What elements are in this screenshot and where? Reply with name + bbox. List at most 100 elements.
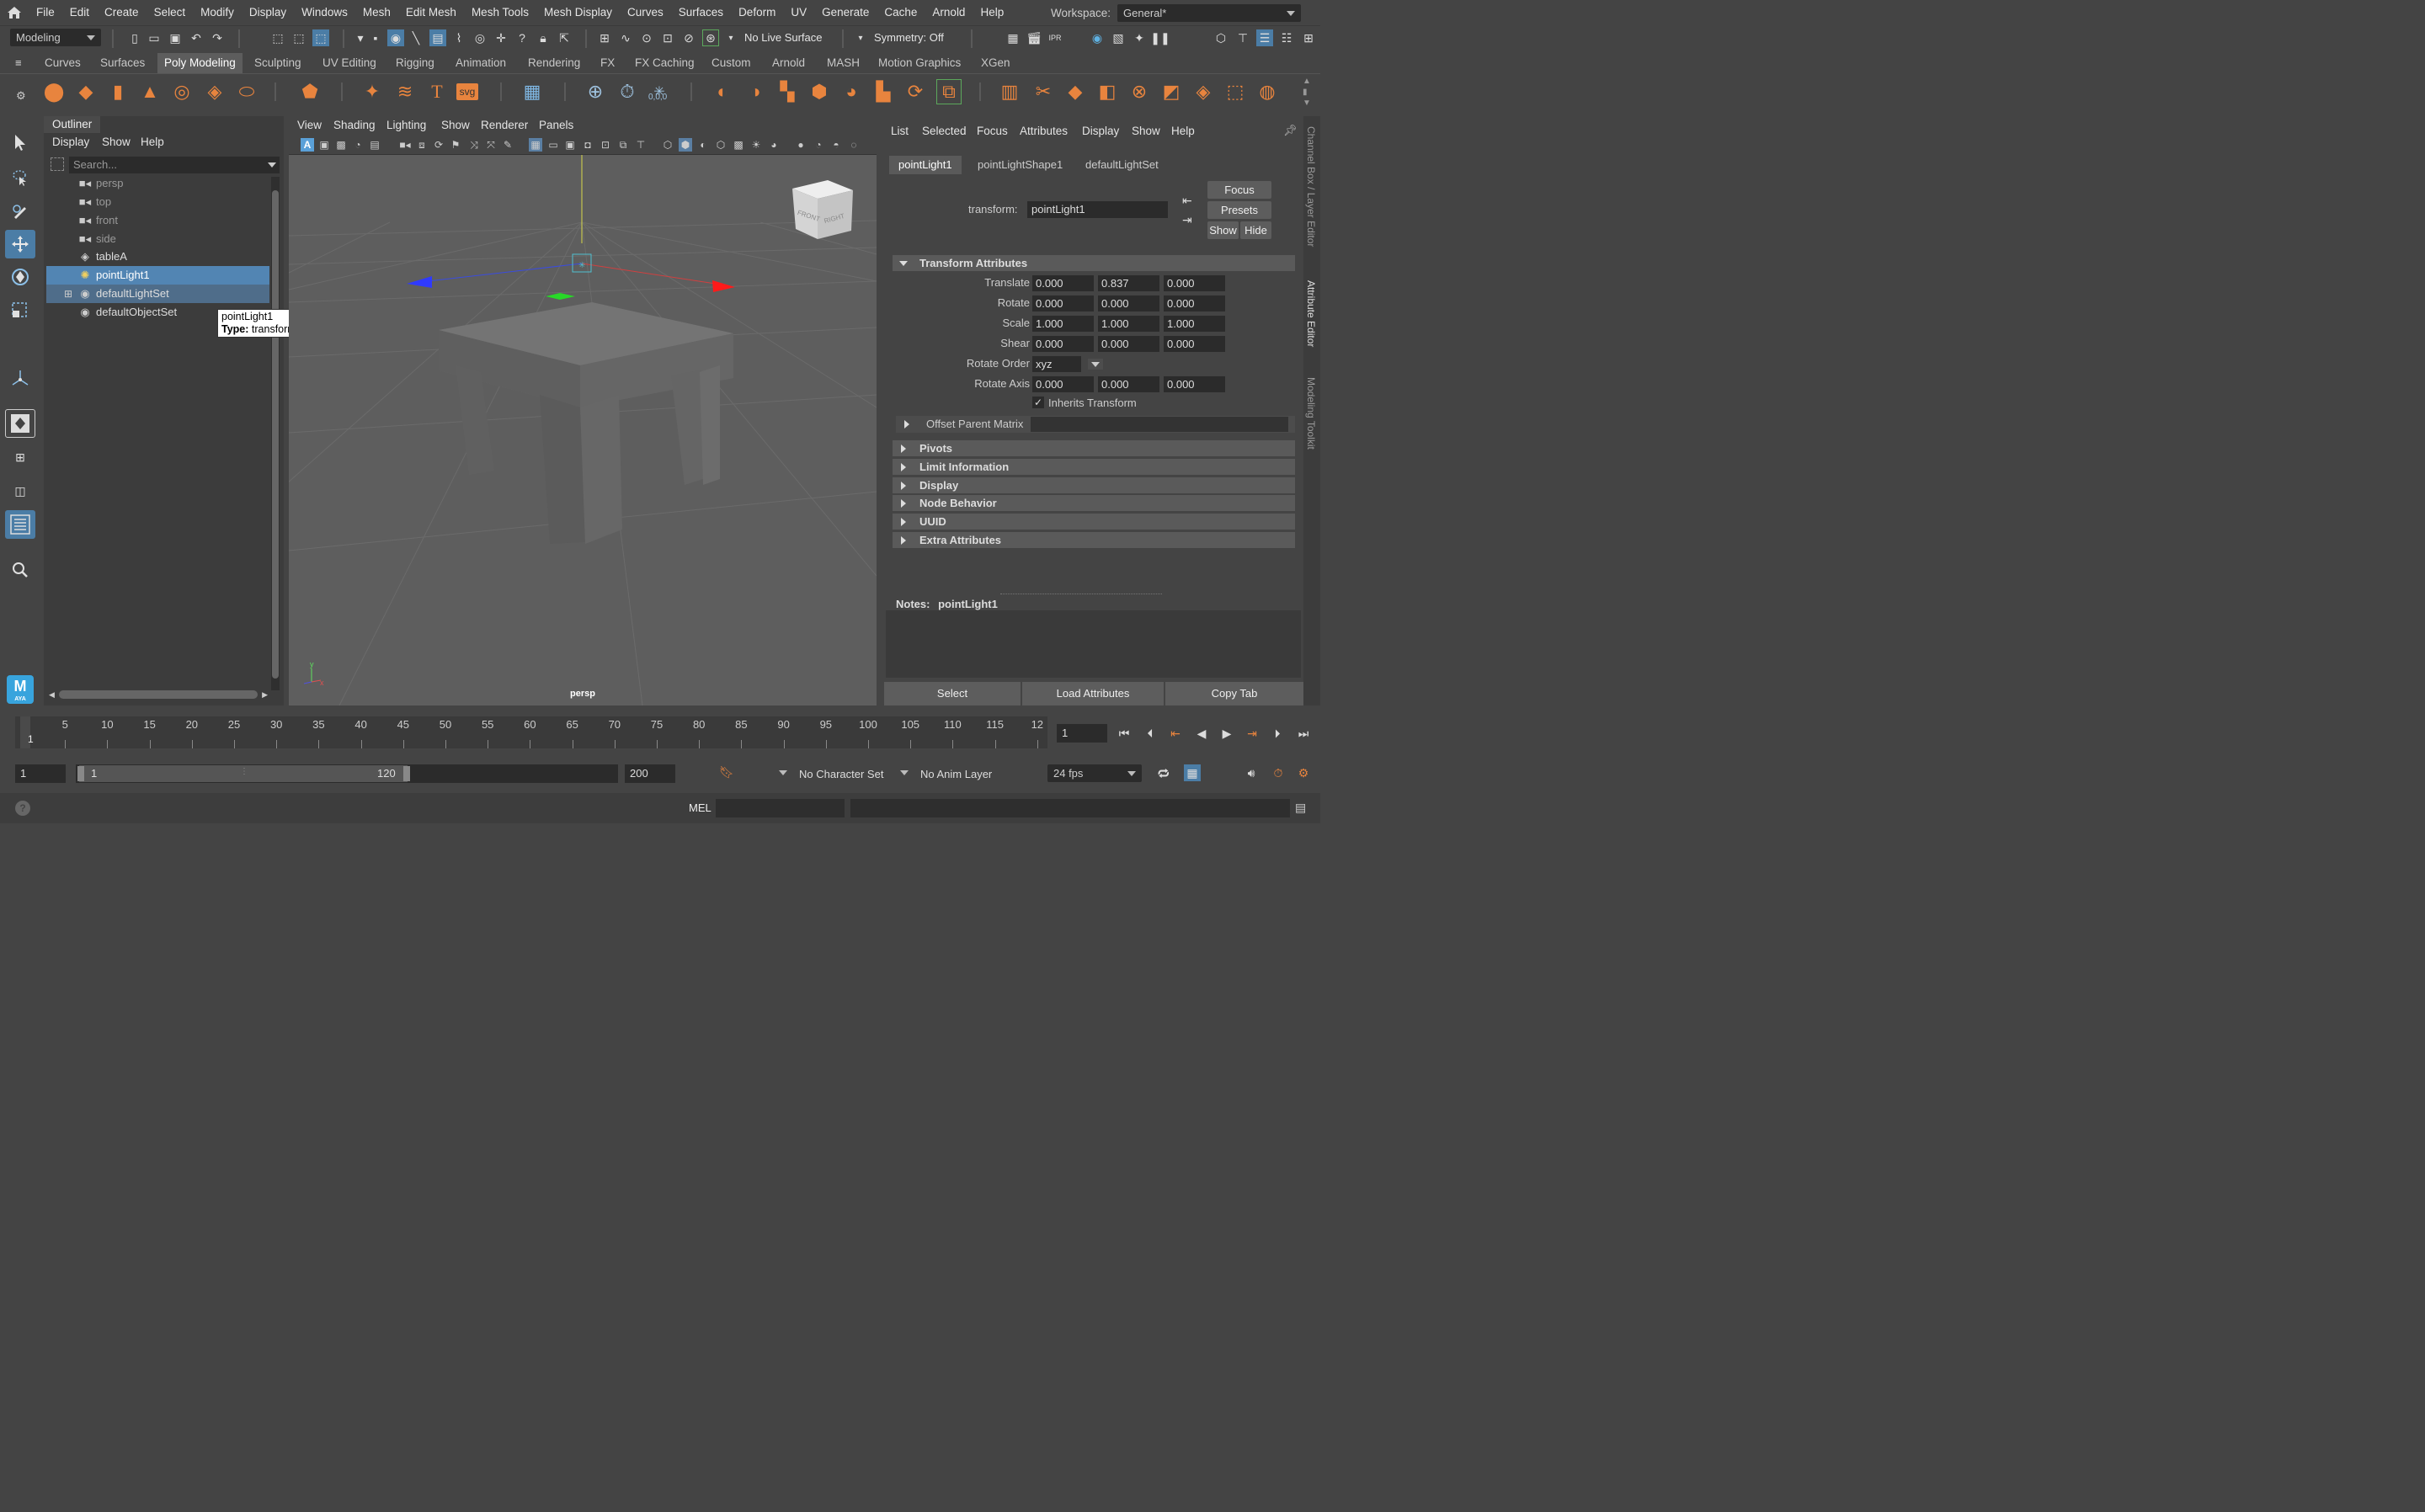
shelf-tab-rendering[interactable]: Rendering — [521, 53, 587, 73]
default-material-icon[interactable]: ◐ — [696, 138, 710, 152]
offset-parent-matrix-field[interactable] — [1031, 417, 1288, 432]
step-back-key-icon[interactable]: ⏴︎ — [1142, 725, 1159, 742]
outliner-menu-show[interactable]: Show — [102, 136, 131, 148]
range-start-handle[interactable] — [77, 766, 84, 781]
fps-dropdown[interactable]: 24 fps — [1047, 764, 1142, 782]
ambient-occlusion-icon[interactable]: ● — [794, 138, 807, 152]
go-to-start-icon[interactable]: ⏮ — [1116, 725, 1133, 742]
scale-z-field[interactable]: 1.000 — [1164, 316, 1225, 332]
attr-menu-display[interactable]: Display — [1082, 125, 1119, 137]
svg-tool-icon[interactable]: svg — [456, 83, 478, 100]
outliner-item-tablea[interactable]: ◈ tableA — [46, 248, 269, 266]
xray-joints-icon[interactable]: ⊡ — [599, 138, 612, 152]
bookmarks-icon[interactable]: ▤ — [368, 138, 381, 152]
viewport-menu-view[interactable]: View — [297, 119, 322, 131]
menu-file[interactable]: File — [29, 0, 62, 25]
outliner-item-side[interactable]: ■◂ side — [46, 230, 269, 248]
shelf-tab-xgen[interactable]: XGen — [974, 53, 1017, 73]
modeling-toolkit-icon[interactable]: ⬡ — [1212, 29, 1229, 46]
menu-deform[interactable]: Deform — [731, 0, 783, 25]
menu-mesh-tools[interactable]: Mesh Tools — [464, 0, 536, 25]
select-object-icon[interactable]: ⬚ — [290, 29, 307, 46]
select-by-handle-icon[interactable]: ▪ — [367, 29, 384, 46]
grid-icon[interactable]: ▦ — [529, 138, 542, 152]
shear-z-field[interactable]: 0.000 — [1164, 336, 1225, 352]
shear-x-field[interactable]: 0.000 — [1032, 336, 1094, 352]
wireframe-cube-icon[interactable]: ⬡ — [661, 138, 674, 152]
wireframe-icon[interactable]: ⧉ — [616, 138, 630, 152]
shelf-tab-custom[interactable]: Custom — [705, 53, 758, 73]
viewport-menu-panels[interactable]: Panels — [539, 119, 573, 131]
select-curve-icon[interactable]: ⌇ — [450, 29, 467, 46]
rotate-z-field[interactable]: 0.000 — [1164, 295, 1225, 311]
step-forward-frame-icon[interactable]: ⇥ — [1244, 725, 1260, 742]
extrude-icon[interactable]: ▙ — [871, 79, 896, 104]
workspace-dropdown[interactable]: General* — [1117, 3, 1302, 22]
single-perspective-layout-icon[interactable] — [5, 409, 35, 438]
render-frame-icon[interactable]: 🎬︎ — [1026, 29, 1042, 46]
menu-uv[interactable]: UV — [783, 0, 814, 25]
safe-action-icon[interactable]: ⤨ — [467, 138, 481, 152]
rotate-order-dropdown[interactable]: xyz — [1032, 356, 1103, 372]
select-dynamic-icon[interactable]: ✛ — [493, 29, 509, 46]
range-end-handle[interactable] — [403, 766, 410, 781]
scroll-left-icon[interactable]: ◀ — [49, 690, 55, 700]
outliner-search-input[interactable]: Search... — [69, 157, 280, 173]
scale-x-field[interactable]: 1.000 — [1032, 316, 1094, 332]
film-gate-icon[interactable]: ■◂ — [398, 138, 412, 152]
shear-y-field[interactable]: 0.000 — [1098, 336, 1159, 352]
outliner-item-pointlight1[interactable]: ✺ pointLight1 — [46, 266, 269, 285]
chevron-down-icon[interactable] — [268, 162, 276, 168]
menu-mesh-display[interactable]: Mesh Display — [536, 0, 620, 25]
sweep-mesh-icon[interactable]: ≋ — [392, 79, 418, 104]
append-polygon-icon[interactable]: ◈ — [1191, 79, 1216, 104]
show-manipulator-icon[interactable] — [5, 364, 35, 392]
rotate-axis-z-field[interactable]: 0.000 — [1164, 376, 1225, 392]
poly-torus-icon[interactable]: ◎ — [169, 79, 195, 104]
uuid-section[interactable]: UUID — [893, 514, 1295, 530]
current-frame-field[interactable]: 1 — [1057, 724, 1107, 743]
outliner-menu-help[interactable]: Help — [141, 136, 164, 148]
shelf-tab-surfaces[interactable]: Surfaces — [93, 53, 152, 73]
render-view-icon[interactable]: ▧ — [1110, 29, 1127, 46]
step-forward-key-icon[interactable]: ⏵︎ — [1269, 725, 1286, 742]
time-slider[interactable]: 1 5 10 15 20 25 30 35 40 45 50 55 60 65 70 75 80 85 90 95 1… — [15, 716, 1047, 748]
target-weld-icon[interactable]: ◆ — [1063, 79, 1088, 104]
outliner-toggle-icon[interactable]: ⊞ — [1300, 29, 1317, 46]
hud-icon[interactable]: ▭ — [546, 138, 560, 152]
translate-x-field[interactable]: 0.000 — [1032, 275, 1094, 291]
copy-tab-button[interactable]: Copy Tab — [1165, 682, 1303, 705]
image-plane-icon[interactable]: ▩ — [334, 138, 348, 152]
pencil-icon[interactable]: ✎ — [501, 138, 514, 152]
translate-z-field[interactable]: 0.000 — [1164, 275, 1225, 291]
chevron-down-icon[interactable] — [900, 770, 909, 775]
attr-tab-defaultlightset[interactable]: defaultLightSet — [1076, 156, 1168, 174]
offset-parent-matrix-row[interactable]: Offset Parent Matrix — [896, 416, 1295, 433]
start-time-field[interactable]: 1 — [15, 764, 66, 783]
center-pivot-icon[interactable]: ⊕ — [583, 79, 608, 104]
safe-title-icon[interactable]: ⤧ — [484, 138, 498, 152]
anti-aliasing-icon[interactable]: ◓ — [829, 138, 843, 152]
menu-cache[interactable]: Cache — [877, 0, 925, 25]
shelf-tab-uv-editing[interactable]: UV Editing — [316, 53, 383, 73]
attr-tab-pointlight1[interactable]: pointLight1 — [889, 156, 962, 174]
bookmark-icon[interactable]: 🔖︎ — [718, 764, 735, 780]
preferences-icon[interactable]: ⚙︎ — [1295, 764, 1312, 781]
shelf-menu-icon[interactable]: ≡ — [15, 56, 22, 69]
menu-mesh[interactable]: Mesh — [355, 0, 398, 25]
bridge-icon[interactable]: ⧉ — [936, 79, 962, 104]
command-input[interactable] — [716, 799, 845, 817]
snap-grid-icon[interactable]: ⊞ — [596, 29, 613, 46]
camera-lock-icon[interactable]: ◔ — [351, 138, 365, 152]
play-backward-icon[interactable]: ◀ — [1193, 725, 1210, 742]
rotate-axis-x-field[interactable]: 0.000 — [1032, 376, 1094, 392]
mode-dropdown[interactable]: Modeling — [10, 29, 101, 46]
multi-cut-icon[interactable]: ✂︎ — [1031, 79, 1056, 104]
freeze-transform-icon[interactable]: ⏱︎ — [615, 79, 640, 104]
resolution-gate-icon[interactable]: ⧈ — [415, 138, 429, 152]
scrollbar-thumb[interactable] — [272, 190, 279, 679]
outliner-item-persp[interactable]: ■◂ persp — [46, 174, 269, 193]
sound-icon[interactable]: 🔊︎ — [1243, 764, 1260, 781]
separate-icon[interactable]: ◑ — [743, 79, 768, 104]
isolate-icon[interactable]: ▣ — [563, 138, 577, 152]
